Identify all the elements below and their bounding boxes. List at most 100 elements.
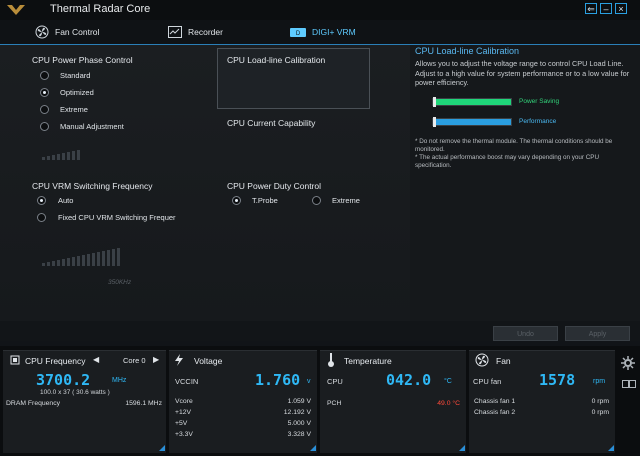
power-saving-marker: [433, 97, 436, 107]
phase-manual-label: Manual Adjustment: [60, 122, 124, 131]
v5-label: +5V: [175, 420, 188, 427]
phase-optimized-radio[interactable]: [40, 88, 49, 97]
recorder-icon: [168, 26, 182, 38]
fan-icon: [475, 353, 489, 367]
tab-digi-vrm-label: DIGI+ VRM: [312, 27, 356, 37]
tab-recorder-label: Recorder: [188, 27, 223, 37]
duty-tprobe-radio[interactable]: [232, 196, 241, 205]
layout-toggle-icon[interactable]: [622, 380, 629, 388]
cpu-fan-unit: rpm: [593, 378, 606, 385]
freq-fixed-label: Fixed CPU VRM Switching Frequer: [58, 213, 176, 222]
cpu-temp-label: CPU: [327, 377, 343, 386]
chassis-fan-1-label: Chassis fan 1: [474, 398, 516, 405]
switching-freq-title: CPU VRM Switching Frequency: [32, 181, 153, 191]
apply-button[interactable]: Apply: [565, 326, 630, 341]
fan-card-expand[interactable]: [608, 445, 614, 451]
vcore-label: Vcore: [175, 398, 193, 405]
title-bar: Thermal Radar Core ⇐ – ×: [0, 0, 640, 20]
layout-toggle-icon-2[interactable]: [629, 380, 636, 388]
vccin-label: VCCIN: [175, 377, 199, 386]
help-note-2-text: The actual performance boost may vary de…: [415, 154, 600, 169]
app-title: Thermal Radar Core: [50, 3, 151, 15]
undo-button[interactable]: Undo: [493, 326, 558, 341]
phase-level-slider[interactable]: [42, 150, 80, 160]
help-title: CPU Load-line Calibration: [415, 46, 520, 56]
brand-logo: [5, 2, 27, 17]
help-description: Allows you to adjust the voltage range t…: [415, 59, 630, 87]
thermometer-icon: [328, 353, 334, 367]
v33-value: 3.328 V: [287, 431, 311, 438]
help-note-1-text: Do not remove the thermal module. The th…: [415, 138, 613, 153]
cpu-multiplier: 100.0 x 37 ( 30.6 watts ): [40, 389, 110, 396]
cpu-fan-value: 1578: [539, 371, 576, 389]
digi-logo-icon: D: [290, 27, 306, 37]
performance-marker: [433, 117, 436, 127]
duty-extreme-radio[interactable]: [312, 196, 321, 205]
chassis-fan-2-label: Chassis fan 2: [474, 409, 516, 416]
freq-auto-label: Auto: [58, 196, 74, 205]
fan-icon: [35, 25, 49, 39]
temperature-title: Temperature: [344, 356, 392, 366]
back-icon[interactable]: ⇐: [585, 3, 597, 14]
dram-frequency-value: 1596.1 MHz: [125, 400, 162, 407]
voltage-title: Voltage: [194, 356, 223, 366]
vccin-value: 1.760: [255, 371, 301, 389]
minimize-icon[interactable]: –: [600, 3, 612, 14]
cpu-temp-unit: °C: [444, 378, 452, 385]
dram-frequency-label: DRAM Frequency: [6, 400, 61, 407]
voltage-card-expand[interactable]: [310, 445, 316, 451]
vcore-value: 1.059 V: [287, 398, 311, 405]
cpu-frequency-value: 3700.2: [36, 371, 91, 389]
duty-tprobe-label: T.Probe: [252, 196, 278, 205]
settings-gear-icon[interactable]: [621, 356, 635, 370]
chassis-fan-1-value: 0 rpm: [591, 398, 609, 405]
duty-control-title: CPU Power Duty Control: [227, 181, 322, 191]
phase-control-title: CPU Power Phase Control: [32, 55, 133, 65]
freq-level-slider[interactable]: [42, 248, 120, 266]
cpu-frequency-title: CPU Frequency: [25, 356, 86, 366]
tab-bar: Fan Control Recorder D DIGI+ VRM: [0, 20, 640, 45]
close-icon[interactable]: ×: [615, 3, 627, 14]
cpu-card-expand[interactable]: [159, 445, 165, 451]
freq-slider-value: 350KHz: [108, 279, 132, 286]
cpu-fan-label: CPU fan: [473, 377, 502, 386]
tab-digi-vrm[interactable]: D DIGI+ VRM: [290, 20, 356, 44]
duty-extreme-label: Extreme: [332, 196, 360, 205]
cpu-frequency-unit: MHz: [112, 377, 127, 384]
cpu-chip-icon: [10, 355, 20, 365]
phase-optimized-label: Optimized: [60, 88, 94, 97]
freq-auto-radio[interactable]: [37, 196, 46, 205]
pch-temp-label: PCH: [327, 400, 342, 407]
core-prev-arrow[interactable]: ◀: [93, 355, 99, 364]
pch-temp-value: 49.0 °C: [437, 400, 460, 407]
core-next-arrow[interactable]: ▶: [153, 355, 159, 364]
current-capability-title: CPU Current Capability: [227, 118, 316, 128]
v12-value: 12.192 V: [283, 409, 311, 416]
chassis-fan-2-value: 0 rpm: [591, 409, 609, 416]
phase-extreme-label: Extreme: [60, 105, 88, 114]
core-selector[interactable]: Core 0: [123, 356, 146, 365]
phase-standard-radio[interactable]: [40, 71, 49, 80]
temperature-card-expand[interactable]: [459, 445, 465, 451]
help-note-1: * Do not remove the thermal module. The …: [415, 138, 613, 153]
v33-label: +3.3V: [175, 431, 193, 438]
power-saving-label: Power Saving: [519, 98, 560, 105]
fan-title: Fan: [496, 356, 511, 366]
tab-recorder[interactable]: Recorder: [168, 20, 223, 44]
freq-fixed-radio[interactable]: [37, 213, 46, 222]
v12-label: +12V: [175, 409, 192, 416]
vccin-unit: v: [307, 378, 311, 385]
help-note-2: * The actual performance boost may vary …: [415, 154, 600, 169]
phase-standard-label: Standard: [60, 71, 91, 80]
phase-manual-radio[interactable]: [40, 122, 49, 131]
lightning-icon: [175, 354, 183, 366]
performance-label: Performance: [519, 118, 557, 125]
svg-text:D: D: [296, 31, 301, 37]
power-saving-bar: [432, 98, 512, 106]
tab-fan-control[interactable]: Fan Control: [35, 20, 99, 44]
llc-title: CPU Load-line Calibration: [227, 55, 326, 65]
tab-fan-control-label: Fan Control: [55, 27, 100, 37]
phase-extreme-radio[interactable]: [40, 105, 49, 114]
cpu-temp-value: 042.0: [386, 371, 432, 389]
v5-value: 5.000 V: [287, 420, 311, 427]
